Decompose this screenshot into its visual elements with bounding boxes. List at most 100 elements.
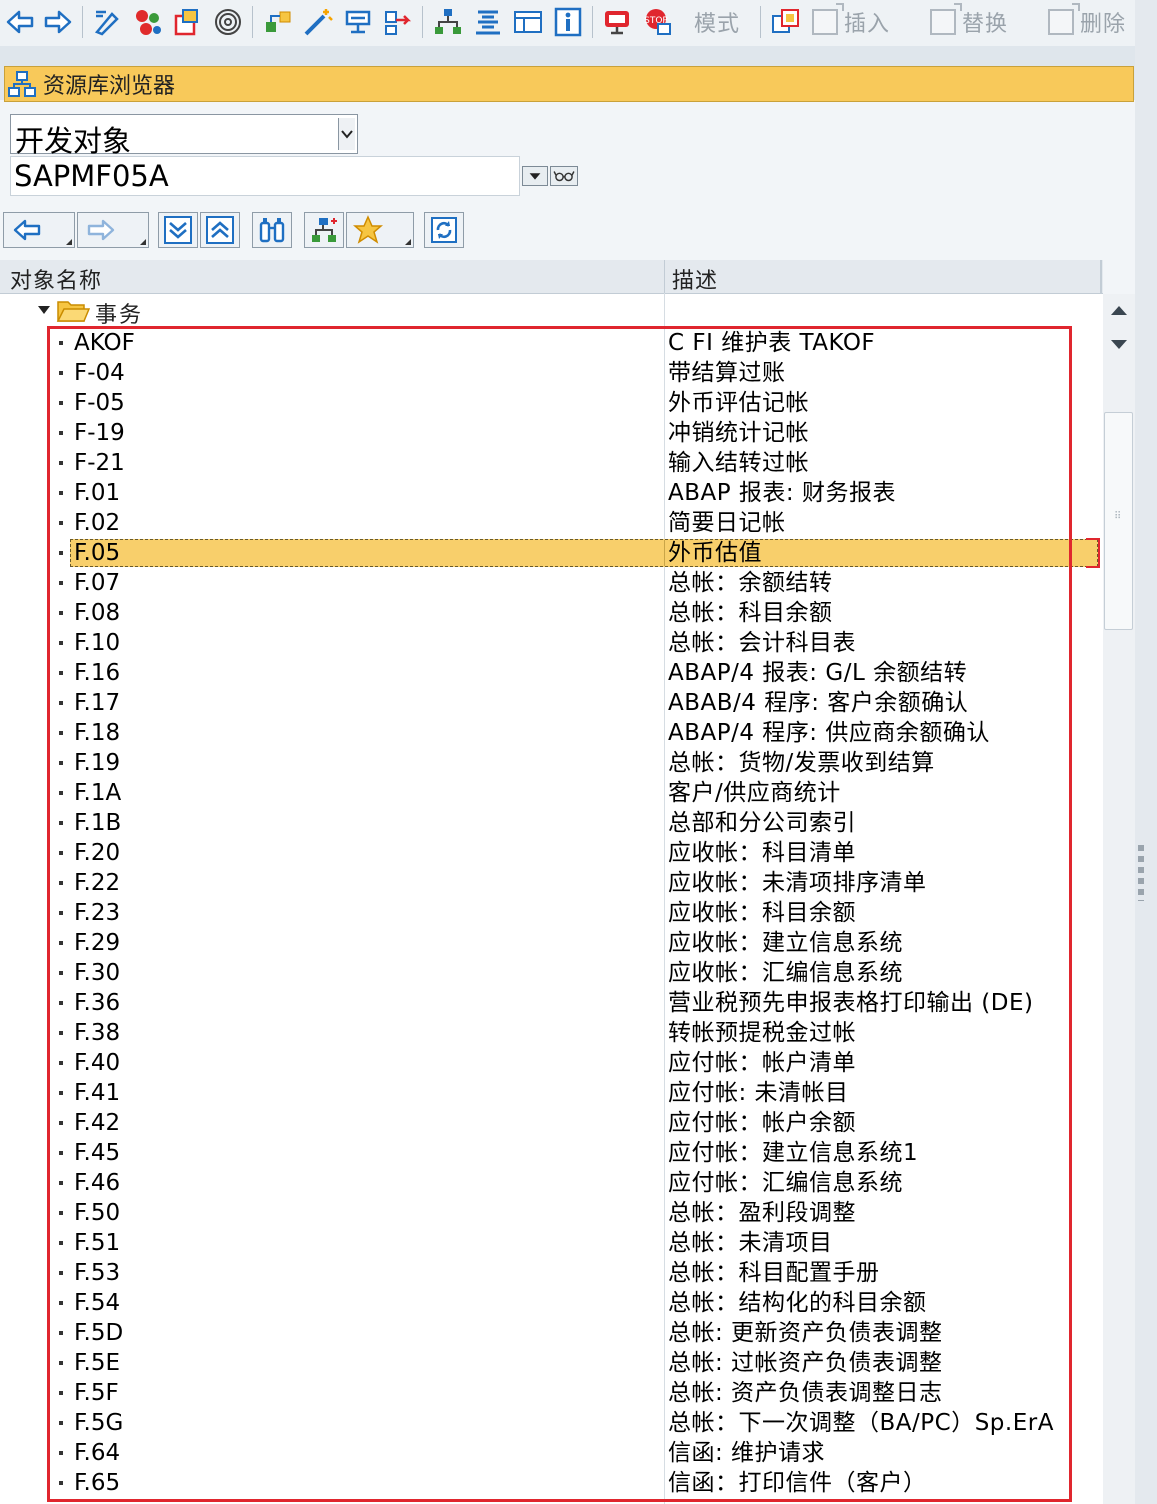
object-name-cell[interactable]: F.05 — [74, 538, 120, 568]
object-name-cell[interactable]: F.20 — [74, 838, 120, 868]
object-name-cell[interactable]: F.08 — [74, 598, 120, 628]
object-name-cell[interactable]: F.5D — [74, 1318, 123, 1348]
object-name-cell[interactable]: F.50 — [74, 1198, 120, 1228]
copy-object-icon[interactable] — [768, 4, 804, 40]
table-row[interactable]: F.07 总帐：余额结转 — [0, 568, 1103, 598]
table-row[interactable]: F-19 冲销统计记帐 — [0, 418, 1103, 448]
table-row[interactable]: F.17 ABAB/4 程序: 客户余额确认 — [0, 688, 1103, 718]
table-row[interactable]: F-21 输入结转过帐 — [0, 448, 1103, 478]
favorites-button[interactable] — [346, 212, 414, 248]
table-row[interactable]: F.18 ABAP/4 程序: 供应商余额确认 — [0, 718, 1103, 748]
object-name-cell[interactable]: F.29 — [74, 928, 120, 958]
table-row[interactable]: F.1A 客户/供应商统计 — [0, 778, 1103, 808]
next-object-button[interactable] — [77, 212, 149, 248]
table-row[interactable]: F.10 总帐：会计科目表 — [0, 628, 1103, 658]
object-name-cell[interactable]: F.5E — [74, 1348, 120, 1378]
table-row[interactable]: AKOF C FI 维护表 TAKOF — [0, 328, 1103, 358]
table-row[interactable]: F.5D 总帐: 更新资产负债表调整 — [0, 1318, 1103, 1348]
object-name-cell[interactable]: F.07 — [74, 568, 120, 598]
activate-icon[interactable] — [130, 4, 166, 40]
object-name-cell[interactable]: F.42 — [74, 1108, 120, 1138]
table-row[interactable]: F.65 信函：打印信件（客户） — [0, 1468, 1103, 1498]
object-name-cell[interactable]: F.30 — [74, 958, 120, 988]
table-row[interactable]: F.5F 总帐: 资产负债表调整日志 — [0, 1378, 1103, 1408]
magic-wand-icon[interactable] — [300, 4, 336, 40]
table-row[interactable]: F.45 应付帐：建立信息系统1 — [0, 1138, 1103, 1168]
stop-debug-icon[interactable]: STOP — [640, 4, 676, 40]
table-row[interactable]: F.22 应收帐：未清项排序清单 — [0, 868, 1103, 898]
table-row[interactable]: F.30 应收帐：汇编信息系统 — [0, 958, 1103, 988]
scrollbar-thumb[interactable] — [1104, 412, 1133, 630]
table-row[interactable]: F.36 营业税预先申报表格打印输出 (DE) — [0, 988, 1103, 1018]
object-name-cell[interactable]: F.17 — [74, 688, 120, 718]
table-row[interactable]: F.23 应收帐：科目余额 — [0, 898, 1103, 928]
object-name-cell[interactable]: F.41 — [74, 1078, 120, 1108]
object-name-cell[interactable]: F.18 — [74, 718, 120, 748]
insert-button[interactable]: 插入 — [812, 3, 890, 38]
column-divider[interactable] — [1100, 260, 1102, 293]
collapse-all-button[interactable] — [200, 212, 240, 248]
tree-folder-transactions[interactable]: 事务 — [0, 295, 664, 328]
object-name-cell[interactable]: F.40 — [74, 1048, 120, 1078]
object-name-cell[interactable]: F.54 — [74, 1288, 120, 1318]
object-name-cell[interactable]: F.23 — [74, 898, 120, 928]
back-arrow-icon[interactable] — [2, 4, 38, 40]
table-row[interactable]: F.41 应付帐: 未清帐目 — [0, 1078, 1103, 1108]
table-row[interactable]: F.05 外币估值 — [0, 538, 1103, 568]
chevron-down-icon[interactable] — [338, 118, 355, 150]
object-name-cell[interactable]: F.5F — [74, 1378, 119, 1408]
table-row[interactable]: F.40 应付帐：帐户清单 — [0, 1048, 1103, 1078]
object-name-cell[interactable]: F.02 — [74, 508, 120, 538]
object-list-icon[interactable] — [170, 4, 206, 40]
table-row[interactable]: F-04 带结算过账 — [0, 358, 1103, 388]
object-name-cell[interactable]: F.64 — [74, 1438, 120, 1468]
pane-splitter[interactable] — [1135, 0, 1157, 1504]
table-row[interactable]: F.02 简要日记帐 — [0, 508, 1103, 538]
tree-structure-icon[interactable] — [430, 4, 466, 40]
table-row[interactable]: F.42 应付帐：帐户余额 — [0, 1108, 1103, 1138]
mode-button[interactable]: 模式 — [694, 6, 740, 38]
column-divider[interactable] — [664, 260, 665, 293]
table-row[interactable]: F.46 应付帐：汇编信息系统 — [0, 1168, 1103, 1198]
forward-arrow-icon[interactable] — [40, 4, 76, 40]
column-header-object-name[interactable]: 对象名称 — [10, 263, 102, 295]
expand-all-button[interactable] — [158, 212, 198, 248]
object-name-cell[interactable]: F-05 — [74, 388, 125, 418]
object-name-cell[interactable]: F.10 — [74, 628, 120, 658]
delete-button[interactable]: 删除 — [1048, 3, 1126, 38]
scroll-down-icon[interactable] — [1111, 340, 1127, 349]
replace-button[interactable]: 替换 — [930, 3, 1008, 38]
previous-object-button[interactable] — [3, 212, 75, 248]
display-glasses-button[interactable] — [550, 166, 578, 186]
hierarchy-icon[interactable] — [260, 4, 296, 40]
object-name-cell[interactable]: F.46 — [74, 1168, 120, 1198]
object-name-cell[interactable]: F.5G — [74, 1408, 123, 1438]
table-row[interactable]: F.53 总帐：科目配置手册 — [0, 1258, 1103, 1288]
object-type-select[interactable]: 开发对象 — [10, 114, 358, 158]
align-lines-icon[interactable] — [470, 4, 506, 40]
object-name-cell[interactable]: F.1A — [74, 778, 121, 808]
splitter-grip-icon[interactable] — [1138, 845, 1144, 901]
object-name-cell[interactable]: F-21 — [74, 448, 125, 478]
table-row[interactable]: F.16 ABAP/4 报表: G/L 余额结转 — [0, 658, 1103, 688]
object-name-cell[interactable]: F.36 — [74, 988, 120, 1018]
object-name-cell[interactable]: F.01 — [74, 478, 120, 508]
table-row[interactable]: F.19 总帐：货物/发票收到结算 — [0, 748, 1103, 778]
object-name-cell[interactable]: F-19 — [74, 418, 125, 448]
expand-triangle-icon[interactable] — [38, 306, 50, 314]
object-name-cell[interactable]: F.65 — [74, 1468, 120, 1498]
object-name-cell[interactable]: AKOF — [74, 328, 135, 358]
object-name-cell[interactable]: F.22 — [74, 868, 120, 898]
object-name-cell[interactable]: F.19 — [74, 748, 120, 778]
where-used-icon[interactable] — [210, 4, 246, 40]
refresh-button[interactable] — [424, 212, 464, 248]
vertical-scrollbar[interactable] — [1103, 294, 1135, 1504]
column-header-description[interactable]: 描述 — [672, 263, 718, 295]
info-icon[interactable] — [550, 4, 586, 40]
table-row[interactable]: F.38 转帐预提税金过帐 — [0, 1018, 1103, 1048]
table-row[interactable]: F.51 总帐：未清项目 — [0, 1228, 1103, 1258]
object-name-cell[interactable]: F-04 — [74, 358, 125, 388]
object-name-cell[interactable]: F.51 — [74, 1228, 120, 1258]
table-row[interactable]: F.20 应收帐：科目清单 — [0, 838, 1103, 868]
debug-icon[interactable] — [340, 4, 376, 40]
